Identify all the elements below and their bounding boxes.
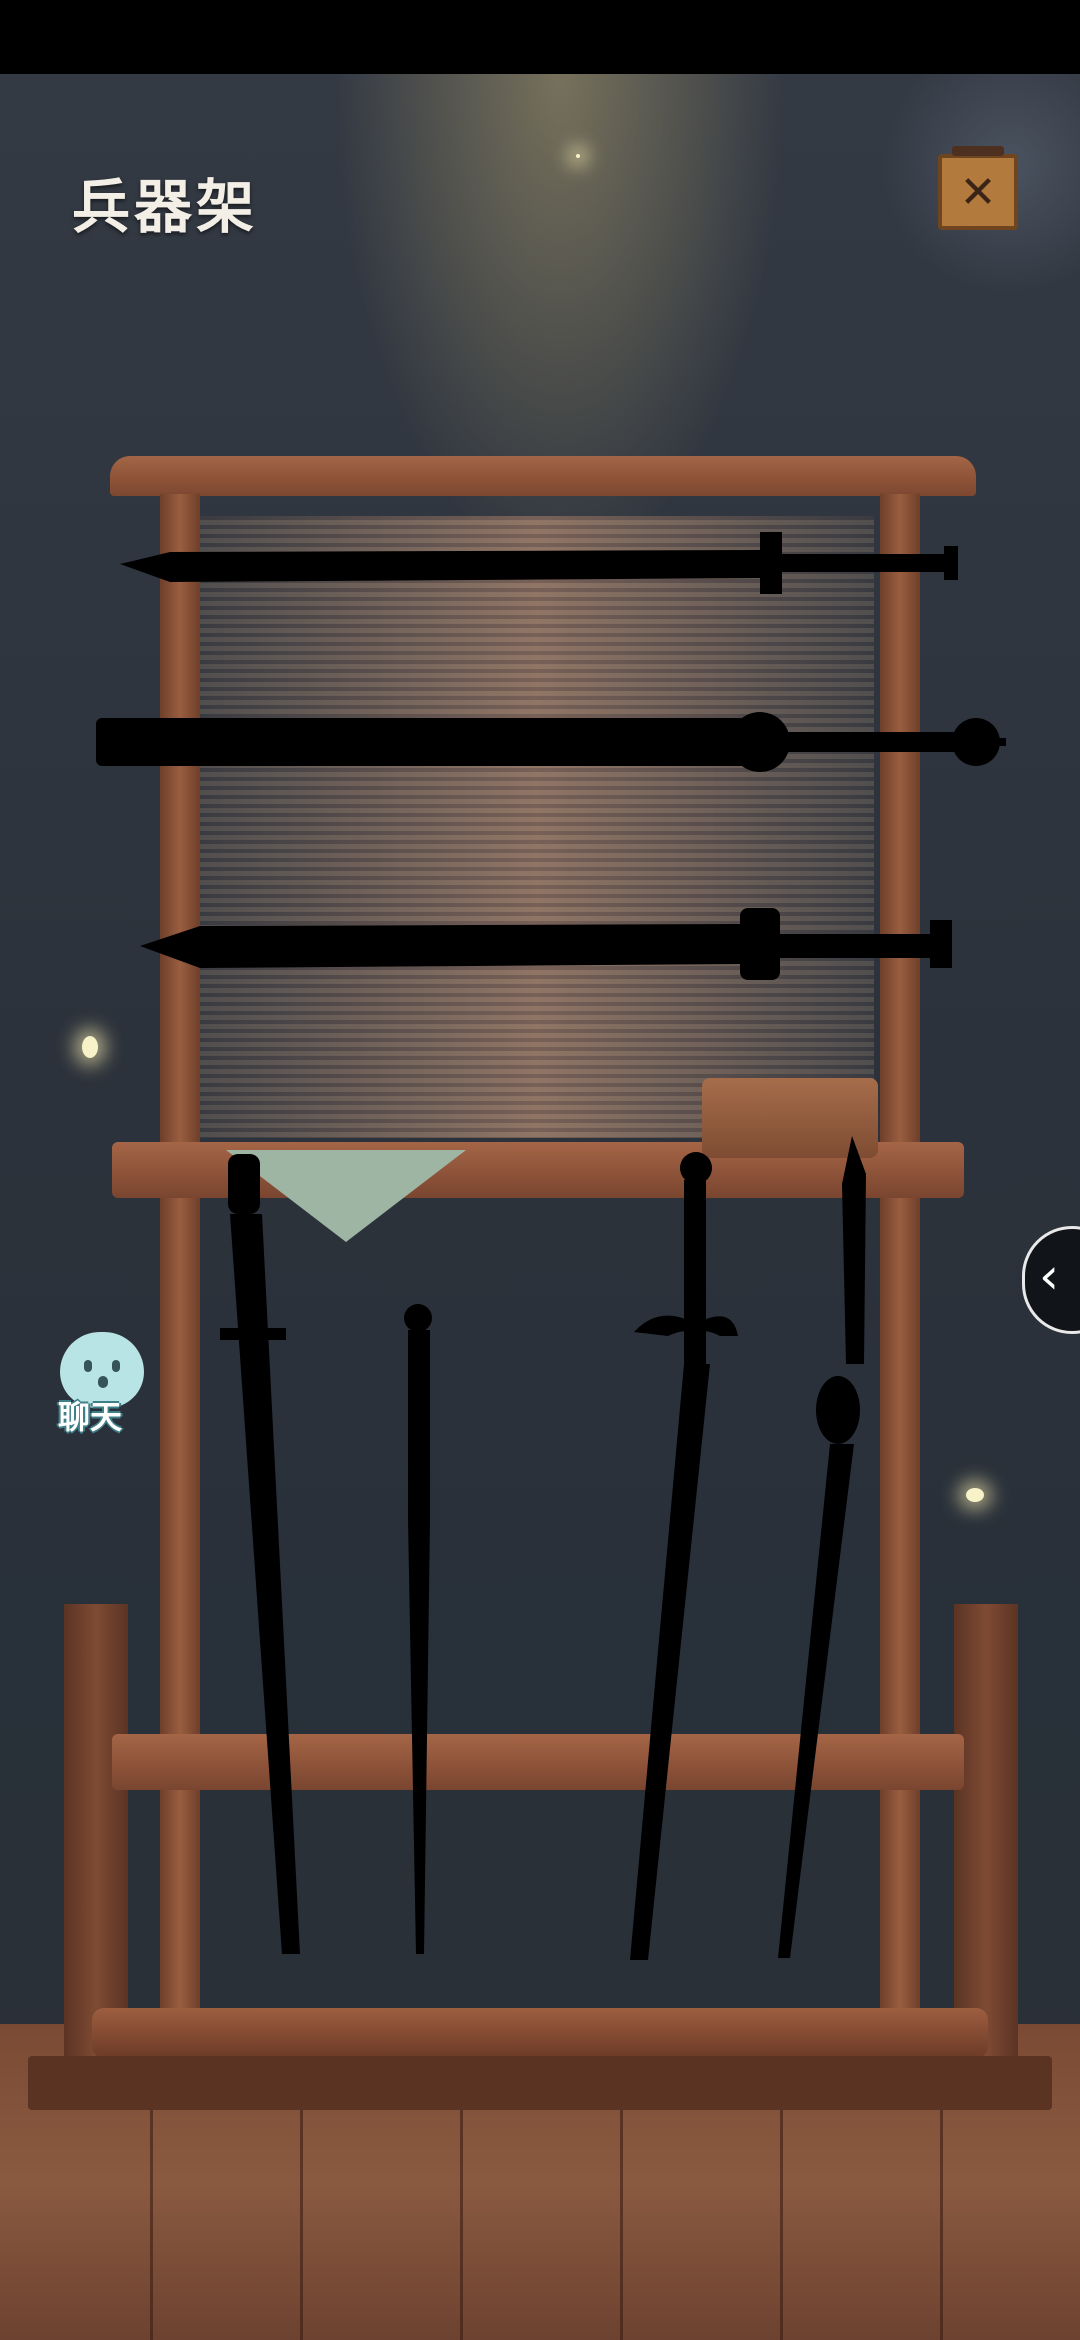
weapon-silhouettes [96,532,1006,1960]
chevron-left-icon: ‹ [1039,1247,1059,1305]
close-button[interactable]: ✕ [938,146,1018,230]
chat-icon-eye [84,1360,92,1372]
chat-button[interactable]: 聊天 [40,1332,150,1442]
chat-label: 聊天 [58,1398,123,1436]
weapon-rack-scene: 兵器架 ✕ ‹ 聊天 [0,74,1080,2340]
firefly [966,1488,984,1502]
firefly [576,154,580,158]
status-bar [0,0,1080,74]
firefly [82,1036,98,1058]
weapon-slot-vertical-2[interactable] [404,1304,432,1954]
chat-icon-mouth [98,1376,108,1388]
chat-icon-eye [112,1360,120,1372]
weapon-slot-horizontal-2[interactable] [96,712,1006,772]
weapon-slot-vertical-4[interactable] [778,1136,866,1958]
weapon-slot-horizontal-3[interactable] [140,908,952,980]
close-x-icon: ✕ [959,166,997,218]
weapon-slot-horizontal-1[interactable] [120,532,958,594]
page-title: 兵器架 [72,173,259,241]
weapon-slot-vertical-3[interactable] [630,1152,738,1960]
weapon-slot-vertical-1[interactable] [220,1154,300,1954]
